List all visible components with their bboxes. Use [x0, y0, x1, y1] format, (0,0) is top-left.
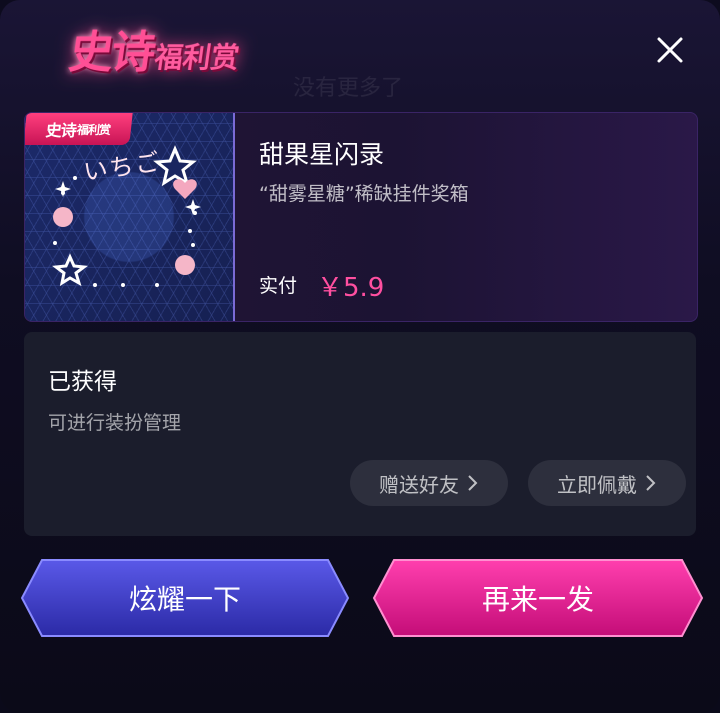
price-label: 实付 [259, 275, 298, 297]
badge-main-text: 史诗 [44, 121, 77, 140]
item-name: 甜果星闪录 [259, 140, 385, 169]
draw-again-label: 再来一发 [481, 583, 594, 616]
chevron-right-icon [646, 475, 656, 491]
chevron-right-icon [468, 475, 478, 491]
gift-friend-button[interactable]: 赠送好友 [350, 460, 508, 506]
epic-badge: 史诗 福利赏 [25, 113, 133, 145]
close-icon [657, 37, 683, 63]
item-thumbnail: いちご 史诗 福利赏 [25, 113, 235, 321]
obtained-title: 已获得 [48, 369, 117, 395]
badge-sub-text: 福利赏 [76, 122, 111, 137]
draw-again-button[interactable]: 再来一发 [372, 556, 704, 640]
logo-sub-text: 福利赏 [152, 41, 242, 74]
wear-now-label: 立即佩戴 [557, 472, 637, 497]
show-off-button[interactable]: 炫耀一下 [20, 556, 350, 640]
gift-friend-label: 赠送好友 [379, 472, 459, 497]
obtained-panel: 已获得 可进行装扮管理 赠送好友 立即佩戴 [24, 332, 696, 536]
obtained-subtitle: 可进行装扮管理 [48, 412, 182, 434]
close-button[interactable] [650, 30, 690, 70]
reward-item-card: いちご 史诗 福利赏 甜果星闪录 “甜雾星糖”稀缺挂件奖箱 实付 ￥5.9 [24, 112, 698, 322]
logo-main-text: 史诗 [66, 27, 158, 78]
reward-dialog: 史诗 福利赏 没有更多了 いちご 史诗 福利赏 甜果星闪录 “甜雾星糖”稀缺挂件… [0, 0, 720, 713]
epic-reward-logo: 史诗 福利赏 [66, 20, 244, 80]
no-more-hint: 没有更多了 [293, 76, 404, 101]
wear-now-button[interactable]: 立即佩戴 [528, 460, 686, 506]
price-value: ￥5.9 [317, 273, 385, 303]
item-description: “甜雾星糖”稀缺挂件奖箱 [259, 183, 469, 205]
show-off-label: 炫耀一下 [128, 583, 241, 616]
